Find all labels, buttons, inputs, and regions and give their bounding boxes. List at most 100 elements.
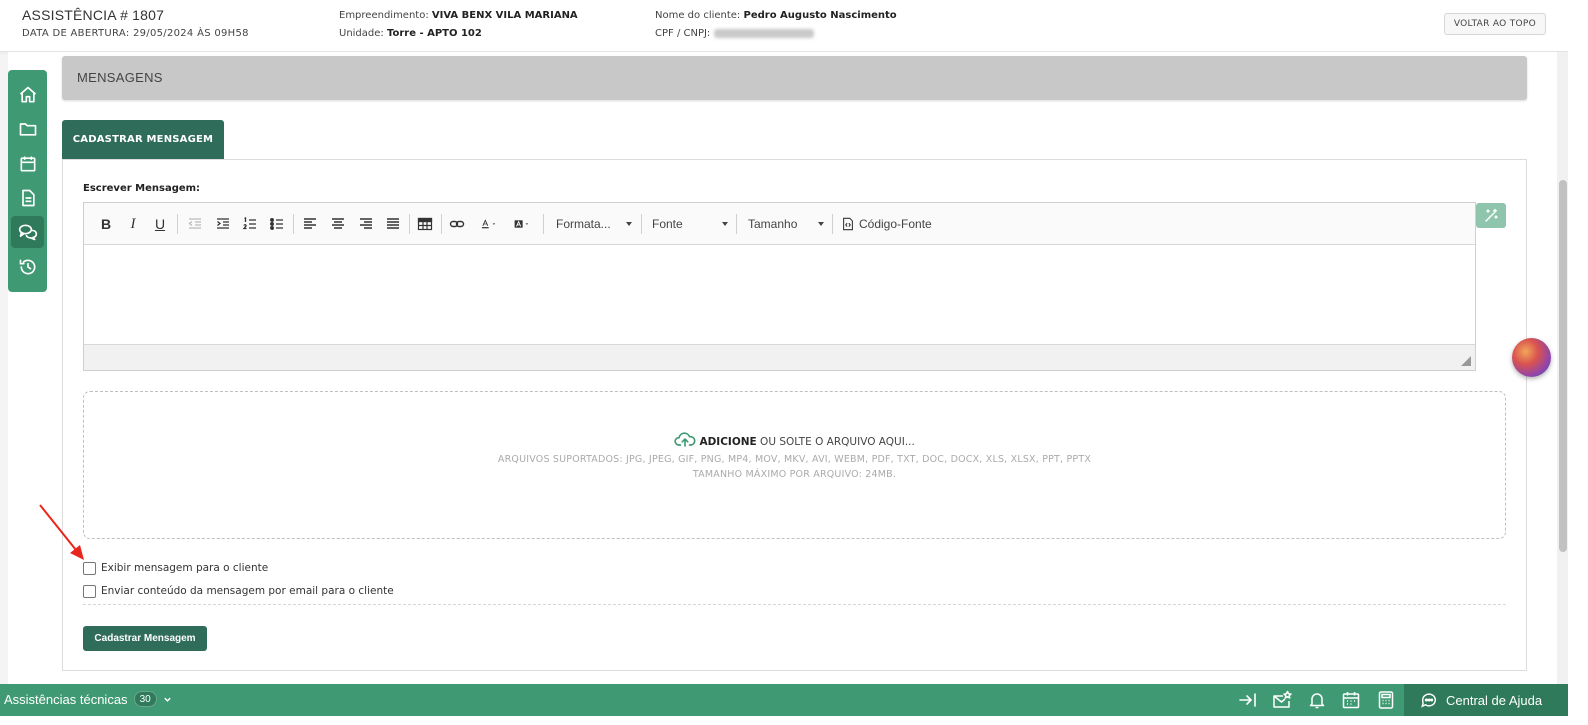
align-justify-icon xyxy=(387,218,399,229)
unidade-label: Unidade: xyxy=(339,28,384,39)
help-chat-icon xyxy=(1421,693,1437,708)
cliente-field: Nome do cliente: Pedro Augusto Nasciment… xyxy=(655,10,897,21)
align-left-button[interactable] xyxy=(301,213,319,235)
toolbar-separator xyxy=(832,214,833,234)
history-icon xyxy=(19,259,35,275)
source-code-icon xyxy=(843,217,853,231)
font-color-icon xyxy=(481,219,496,229)
cpf-blurred-value xyxy=(713,28,814,38)
italic-button[interactable]: I xyxy=(125,213,141,235)
align-center-button[interactable] xyxy=(329,213,347,235)
sidebar-item-document[interactable] xyxy=(11,182,44,214)
source-code-button[interactable]: Código-Fonte xyxy=(841,213,951,235)
home-icon xyxy=(19,86,36,103)
ai-magic-button[interactable] xyxy=(1476,203,1506,228)
bullet-list-icon xyxy=(270,218,283,230)
toolbar-separator xyxy=(177,214,178,234)
calculator-icon[interactable] xyxy=(1376,690,1396,710)
calendar-icon[interactable] xyxy=(1341,690,1361,710)
empreendimento-field: Empreendimento: VIVA BENX VILA MARIANA xyxy=(339,10,578,21)
ordered-list-button[interactable] xyxy=(241,213,259,235)
right-edge xyxy=(1568,0,1588,725)
sidebar-item-history[interactable] xyxy=(11,251,44,283)
unidade-field: Unidade: Torre - APTO 102 xyxy=(339,28,482,39)
magic-wand-icon xyxy=(1485,208,1498,222)
unordered-list-button[interactable] xyxy=(268,213,286,235)
assistencias-label: Assistências técnicas xyxy=(4,691,128,707)
link-icon xyxy=(449,220,465,228)
sidebar-item-calendar[interactable] xyxy=(11,148,44,180)
format-dropdown[interactable]: Formata... xyxy=(556,213,632,235)
tab-cadastrar-mensagem[interactable]: CADASTRAR MENSAGEM xyxy=(62,120,224,160)
empreendimento-value: VIVA BENX VILA MARIANA xyxy=(431,10,578,21)
folder-icon xyxy=(19,123,36,136)
submit-message-button[interactable]: Cadastrar Mensagem xyxy=(83,626,207,651)
page-title: ASSISTÊNCIA # 1807 xyxy=(22,7,165,23)
align-right-button[interactable] xyxy=(357,213,375,235)
mail-star-icon[interactable] xyxy=(1272,690,1292,710)
dropzone-drop-text: OU SOLTE O ARQUIVO AQUI... xyxy=(756,436,915,448)
email-client-checkbox[interactable] xyxy=(83,584,96,598)
resize-handle-icon[interactable] xyxy=(1461,356,1471,366)
annotation-arrow-icon xyxy=(39,504,84,560)
rich-text-editor: B I U Formata... Fonte Tamanho Código-Fo… xyxy=(83,202,1476,371)
document-icon xyxy=(21,189,35,207)
dropzone-supported-files: ARQUIVOS SUPORTADOS: JPG, JPEG, GIF, PNG… xyxy=(497,454,1092,465)
indent-button[interactable] xyxy=(214,213,232,235)
sidebar xyxy=(8,70,47,292)
size-dropdown[interactable]: Tamanho xyxy=(748,213,824,235)
indent-icon xyxy=(217,218,229,229)
sidebar-item-home[interactable] xyxy=(11,79,44,111)
show-client-option: Exibir mensagem para o cliente xyxy=(83,560,268,576)
chevron-down-icon xyxy=(722,222,728,226)
link-button[interactable] xyxy=(448,213,466,235)
scrollbar-thumb[interactable] xyxy=(1559,180,1567,552)
toolbar-separator xyxy=(293,214,294,234)
cpf-label: CPF / CNPJ: xyxy=(655,28,711,39)
toolbar-separator xyxy=(641,214,642,234)
bell-icon[interactable] xyxy=(1307,690,1327,710)
outdent-icon xyxy=(188,218,201,229)
back-to-top-button[interactable]: VOLTAR AO TOPO xyxy=(1443,13,1546,35)
file-dropzone[interactable]: ADICIONE OU SOLTE O ARQUIVO AQUI... ARQU… xyxy=(83,391,1506,539)
email-client-label: Enviar conteúdo da mensagem por email pa… xyxy=(101,585,394,597)
bold-button[interactable]: B xyxy=(98,213,114,235)
assistencias-menu[interactable]: Assistências técnicas 30 xyxy=(4,691,172,707)
editor-status-bar xyxy=(84,344,1475,370)
cpf-field: CPF / CNPJ: xyxy=(655,28,814,39)
outdent-button[interactable] xyxy=(186,213,204,235)
help-center-button[interactable]: Central de Ajuda xyxy=(1404,684,1568,716)
assistencias-count-badge: 30 xyxy=(133,691,157,707)
assistant-bubble[interactable] xyxy=(1512,338,1551,377)
email-client-option: Enviar conteúdo da mensagem por email pa… xyxy=(83,583,394,599)
sidebar-item-folder[interactable] xyxy=(11,113,44,145)
message-text-area[interactable] xyxy=(84,245,1475,345)
toolbar-separator xyxy=(409,214,410,234)
form-divider xyxy=(83,604,1506,605)
font-dropdown[interactable]: Fonte xyxy=(652,213,728,235)
table-icon xyxy=(417,217,433,231)
toolbar-separator xyxy=(543,214,544,234)
chat-icon xyxy=(18,224,37,241)
collapse-right-icon[interactable] xyxy=(1238,690,1258,710)
font-color-button[interactable] xyxy=(476,213,502,235)
justify-button[interactable] xyxy=(384,213,402,235)
background-color-button[interactable] xyxy=(509,213,535,235)
unidade-value: Torre - APTO 102 xyxy=(386,28,482,39)
bottom-edge xyxy=(0,716,1588,725)
ordered-list-icon xyxy=(242,216,256,230)
page-header: ASSISTÊNCIA # 1807 DATA DE ABERTURA: 29/… xyxy=(0,0,1588,52)
source-code-label: Código-Fonte xyxy=(859,217,932,231)
toolbar-separator xyxy=(736,214,737,234)
size-dropdown-label: Tamanho xyxy=(748,217,798,231)
underline-button[interactable]: U xyxy=(152,213,168,235)
write-message-label: Escrever Mensagem: xyxy=(83,183,201,194)
show-client-label: Exibir mensagem para o cliente xyxy=(101,562,269,574)
sidebar-item-messages[interactable] xyxy=(11,216,44,248)
calendar-icon xyxy=(20,156,35,172)
chevron-down-icon xyxy=(818,222,824,226)
align-left-icon xyxy=(304,218,316,229)
table-button[interactable] xyxy=(416,213,434,235)
app-window: ASSISTÊNCIA # 1807 DATA DE ABERTURA: 29/… xyxy=(0,0,1588,725)
highlight-icon xyxy=(514,220,529,228)
